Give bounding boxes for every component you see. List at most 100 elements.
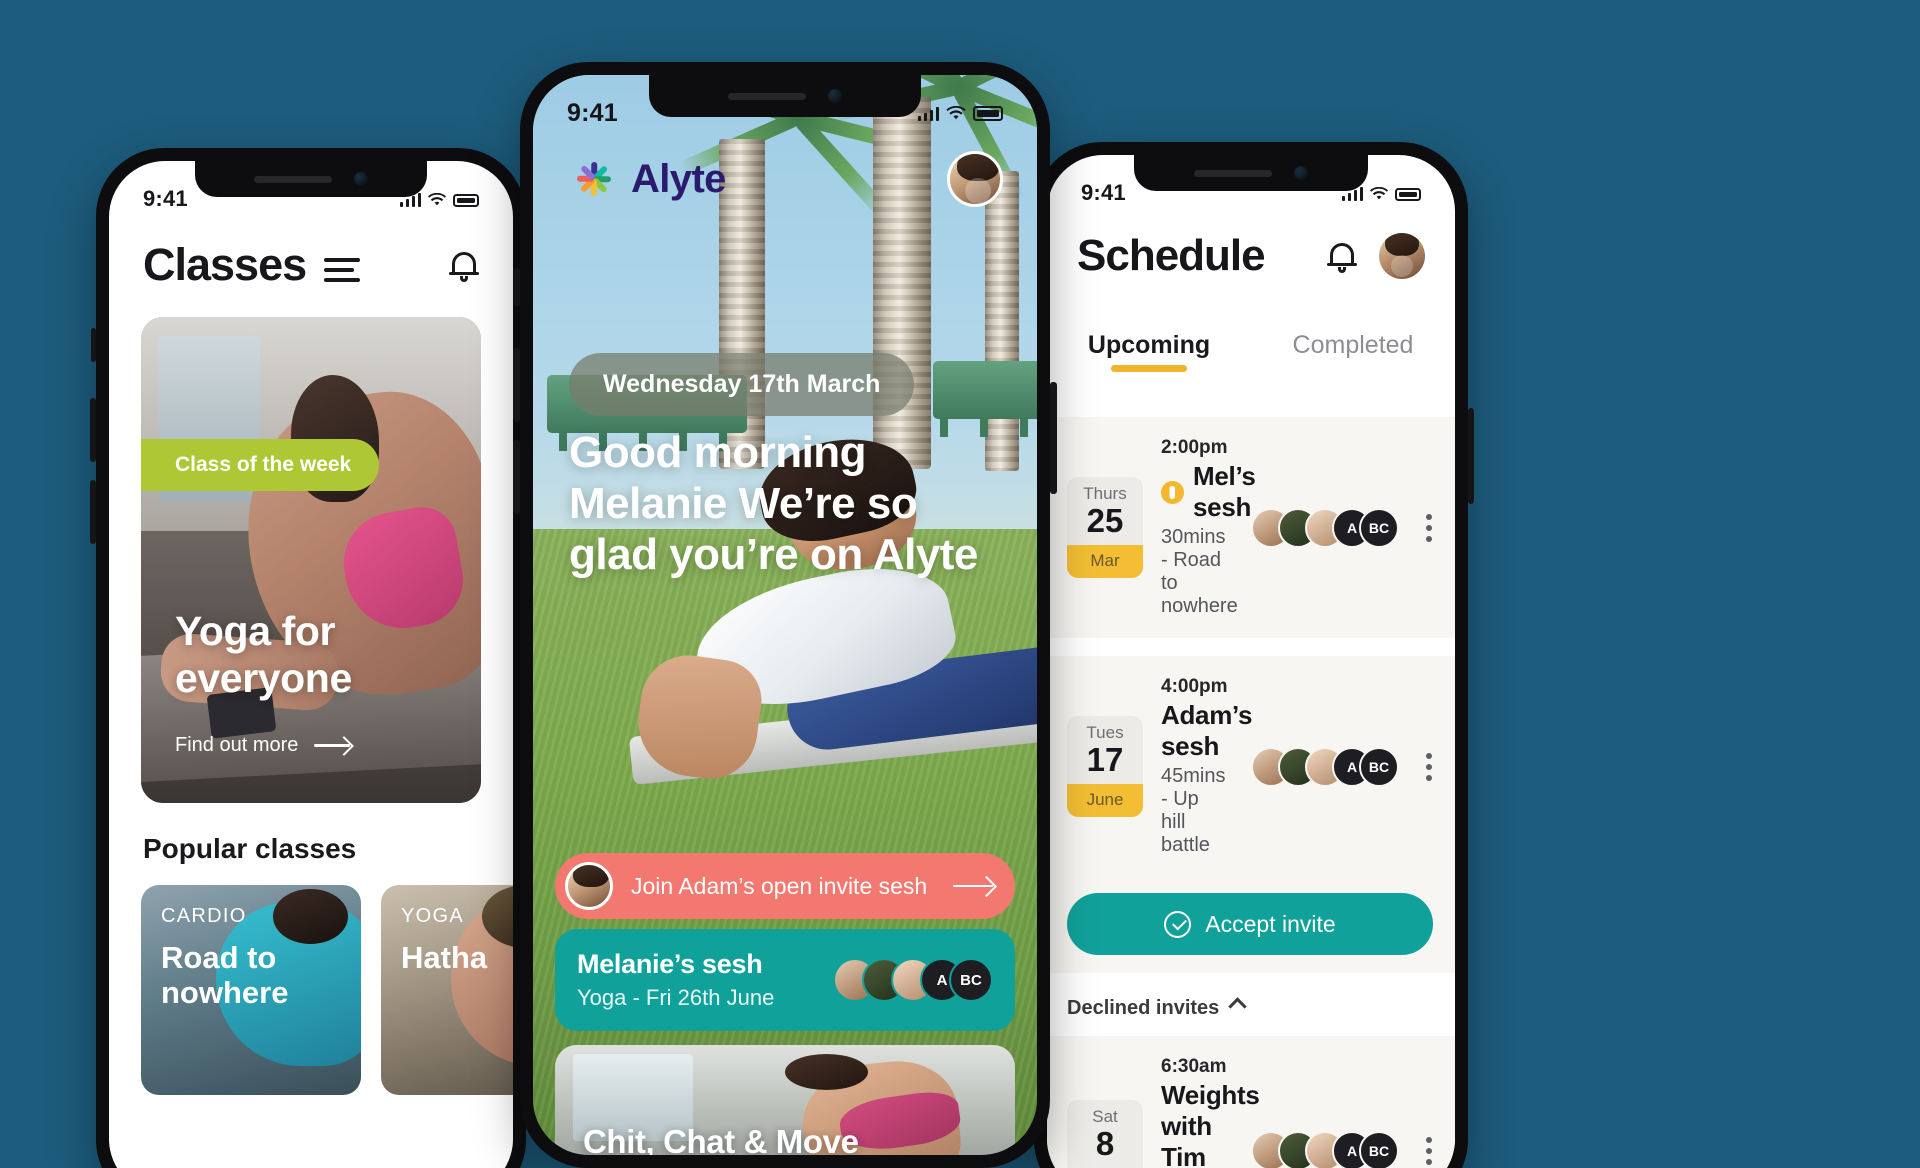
screenshot-stage: 9:41 Classes Class of the week Yoga for … xyxy=(0,0,1920,1168)
date-day: 17 xyxy=(1086,741,1124,778)
find-out-more-link[interactable]: Find out more xyxy=(175,734,351,757)
class-of-week-badge: Class of the week xyxy=(141,439,380,491)
date-day: 8 xyxy=(1095,1125,1115,1162)
status-time: 9:41 xyxy=(567,98,618,127)
bell-icon[interactable] xyxy=(1327,240,1357,273)
date-dow: Sat xyxy=(1092,1107,1118,1126)
chit-chat-move-title: Chit, Chat & Move xyxy=(583,1123,859,1155)
participant-avatars[interactable]: A BC xyxy=(833,958,993,1002)
avatar[interactable] xyxy=(1379,233,1425,279)
date-month: Mar xyxy=(1067,545,1143,578)
alyte-badge-icon xyxy=(1161,480,1184,504)
phone-left-statusbar: 9:41 xyxy=(109,161,513,221)
participant-avatars[interactable]: A BC xyxy=(1251,746,1399,787)
session-name-row: Adam’s sesh xyxy=(1161,700,1252,762)
tab-upcoming-label: Upcoming xyxy=(1087,331,1211,359)
popular-card-title: Hatha xyxy=(401,940,488,975)
phone-center-power-button[interactable] xyxy=(1050,382,1057,494)
table-row[interactable]: Sat 8 July 6:30am Weights with Tim 15min… xyxy=(1047,1036,1455,1168)
avatar[interactable] xyxy=(947,151,1003,207)
status-icons xyxy=(1341,186,1421,201)
popular-classes-heading: Popular classes xyxy=(143,833,357,864)
brand-logo[interactable]: Alyte xyxy=(571,156,726,202)
participant-avatars[interactable]: A BC xyxy=(1251,507,1399,548)
accept-invite-button[interactable]: Accept invite xyxy=(1067,893,1433,955)
chevron-up-icon xyxy=(1228,997,1247,1016)
phone-left-volume-up-button[interactable] xyxy=(90,398,96,462)
battery-icon xyxy=(453,193,479,207)
session-name-row: Weights with Tim xyxy=(1161,1080,1260,1168)
declined-invites-toggle[interactable]: Declined invites xyxy=(1047,991,1455,1036)
class-of-the-week-card[interactable]: Class of the week Yoga for everyone Find… xyxy=(141,317,481,803)
schedule-header-icons xyxy=(1327,233,1425,279)
phone-left-screen: 9:41 Classes Class of the week Yoga for … xyxy=(109,161,513,1168)
open-invite-card[interactable]: Join Adam’s open invite sesh xyxy=(555,853,1015,919)
phone-left-mute-button[interactable] xyxy=(91,328,96,362)
tab-completed[interactable]: Completed xyxy=(1251,331,1455,372)
alyte-burst-icon xyxy=(571,156,617,202)
check-circle-icon xyxy=(1164,910,1192,938)
greeting-text: Good morning Melanie We’re so glad you’r… xyxy=(569,428,978,580)
brand-name: Alyte xyxy=(631,156,726,201)
table-row[interactable]: Thurs 25 Mar 2:00pm Mel’s sesh 30mins - … xyxy=(1047,417,1455,638)
tab-active-underline xyxy=(1111,365,1187,372)
participant-avatars[interactable]: A BC xyxy=(1251,1130,1399,1168)
session-time: 4:00pm xyxy=(1161,676,1228,697)
wifi-icon xyxy=(946,105,966,119)
phone-right-schedule: 9:41 Schedule Upcoming Completed Thurs 2… xyxy=(1034,142,1474,1168)
cellular-signal-icon xyxy=(1341,186,1363,201)
avatar xyxy=(565,862,613,910)
date-badge: Tues 17 June xyxy=(1067,716,1143,817)
arrow-right-icon xyxy=(953,884,993,888)
session-subtitle: Yoga - Fri 26th June xyxy=(577,985,775,1010)
wifi-icon xyxy=(428,192,446,205)
session-time: 2:00pm xyxy=(1161,437,1228,458)
phone-right-screen: 9:41 Schedule Upcoming Completed Thurs 2… xyxy=(1047,155,1455,1168)
battery-icon xyxy=(1395,187,1421,201)
kebab-menu-icon[interactable] xyxy=(1425,752,1433,781)
page-title: Classes xyxy=(143,239,307,290)
arrow-right-icon xyxy=(314,744,351,747)
status-time: 9:41 xyxy=(1081,180,1126,205)
tab-upcoming[interactable]: Upcoming xyxy=(1047,331,1251,372)
popular-card-cardio[interactable]: CARDIO Road to nowhere xyxy=(141,885,361,1095)
date-month: June xyxy=(1067,784,1143,817)
bell-icon[interactable] xyxy=(449,249,479,282)
cellular-signal-icon xyxy=(399,192,421,207)
battery-icon xyxy=(973,105,1003,121)
date-pill: Wednesday 17th March xyxy=(569,353,915,416)
phone-center-home: 9:41 Alyte Wednesday 17th March Good mor… xyxy=(513,62,1057,1168)
park-bench xyxy=(933,361,1037,437)
phone-center-volume-up-button[interactable] xyxy=(513,348,520,422)
accept-invite-label: Accept invite xyxy=(1205,910,1336,937)
phone-left-volume-down-button[interactable] xyxy=(90,480,96,544)
session-detail: 45mins - Up hill battle xyxy=(1161,765,1226,856)
page-title: Schedule xyxy=(1077,231,1266,280)
hero-title: Yoga for everyone xyxy=(175,607,352,702)
table-row[interactable]: Tues 17 June 4:00pm Adam’s sesh 45mins -… xyxy=(1047,656,1455,973)
phone-center-volume-down-button[interactable] xyxy=(513,440,520,514)
date-badge: Thurs 25 Mar xyxy=(1067,477,1143,578)
avatar-initials: BC xyxy=(1359,1130,1399,1168)
kebab-menu-icon[interactable] xyxy=(1425,1136,1433,1165)
avatar-initials: BC xyxy=(1359,507,1399,548)
session-info: 4:00pm Adam’s sesh 45mins - Up hill batt… xyxy=(1161,676,1252,857)
session-card[interactable]: Melanie’s sesh Yoga - Fri 26th June A BC xyxy=(555,929,1015,1031)
chit-chat-move-card[interactable]: Chit, Chat & Move xyxy=(555,1045,1015,1155)
popular-card-category: CARDIO xyxy=(161,905,247,927)
declined-invites-label: Declined invites xyxy=(1067,997,1220,1019)
schedule-tabs: Upcoming Completed xyxy=(1047,331,1455,372)
popular-classes-row: CARDIO Road to nowhere YOGA Hatha xyxy=(141,885,513,1095)
date-day: 25 xyxy=(1086,502,1124,539)
phone-right-power-button[interactable] xyxy=(1468,408,1474,504)
kebab-menu-icon[interactable] xyxy=(1425,513,1433,542)
phone-left-classes: 9:41 Classes Class of the week Yoga for … xyxy=(90,148,526,1168)
phone-center-mute-button[interactable] xyxy=(514,268,520,306)
session-time: 6:30am xyxy=(1161,1056,1227,1077)
session-detail: 30mins - Road to nowhere xyxy=(1161,526,1238,617)
hamburger-icon[interactable] xyxy=(324,258,361,282)
status-icons xyxy=(399,192,479,207)
app-header: Alyte xyxy=(571,151,1003,207)
status-time: 9:41 xyxy=(143,186,188,211)
popular-card-yoga[interactable]: YOGA Hatha xyxy=(381,885,513,1095)
